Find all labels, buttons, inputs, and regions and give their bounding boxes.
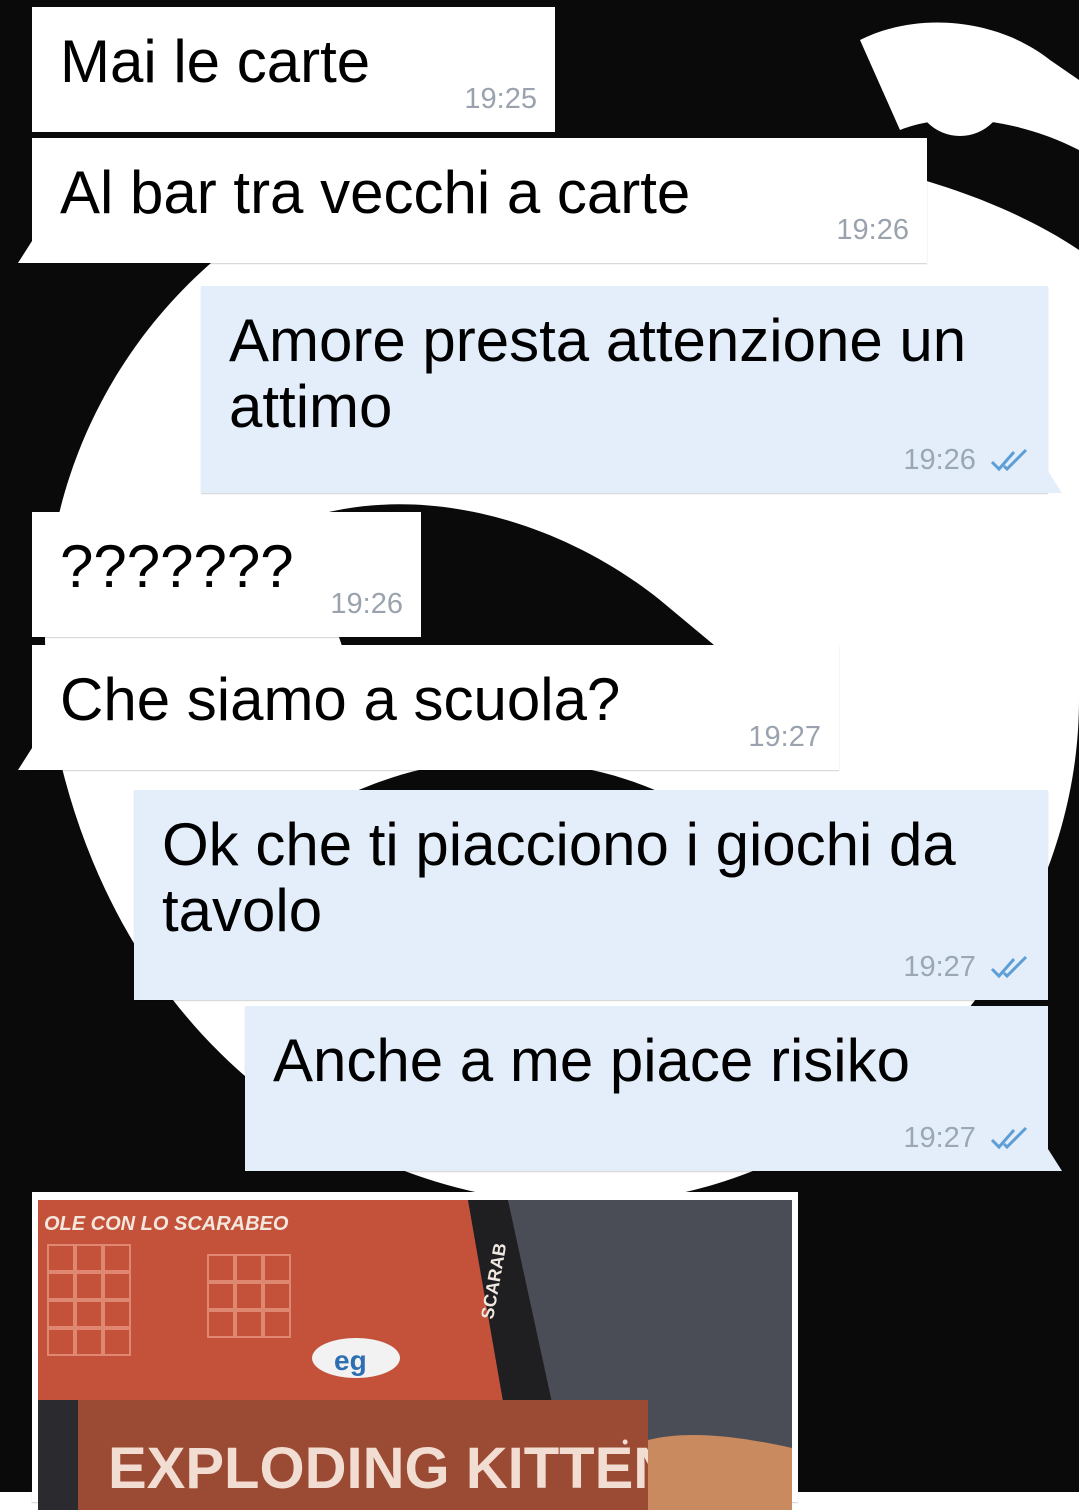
double-check-icon — [990, 449, 1028, 472]
message-incoming[interactable]: Che siamo a scuola? 19:27 — [18, 645, 839, 770]
image-message[interactable]: OLE CON LO SCARABEO SCARAB eg EXPLODING … — [32, 1192, 798, 1510]
message-outgoing[interactable]: Amore presta attenzione un attimo 19:26 — [201, 286, 1062, 493]
message-time: 19:27 — [903, 951, 1030, 984]
message-incoming[interactable]: Al bar tra vecchi a carte 19:26 — [18, 138, 927, 263]
double-check-icon — [990, 956, 1028, 979]
trademark-mark: • — [622, 1432, 628, 1452]
message-incoming[interactable]: Mai le carte 19:25 — [32, 7, 555, 132]
scarabeo-box-text: OLE CON LO SCARABEO — [44, 1213, 289, 1235]
message-text: Che siamo a scuola? — [60, 666, 621, 733]
chat-thread[interactable]: Mai le carte 19:25 Al bar tra vecchi a c… — [0, 0, 1079, 1510]
message-time-text: 19:27 — [903, 951, 976, 983]
message-time: 19:25 — [464, 83, 537, 115]
eg-logo-text: eg — [334, 1345, 367, 1376]
message-time-text: 19:26 — [903, 444, 976, 476]
message-text: Anche a me piace risiko — [273, 1027, 910, 1094]
message-text: Ok che ti piacciono i giochi da tavolo — [162, 811, 956, 944]
message-outgoing[interactable]: Anche a me piace risiko 19:27 — [245, 1006, 1062, 1171]
message-incoming[interactable]: ??????? 19:26 — [32, 512, 421, 637]
message-time-text: 19:27 — [903, 1122, 976, 1154]
message-text: Al bar tra vecchi a carte — [60, 159, 691, 226]
message-outgoing[interactable]: Ok che ti piacciono i giochi da tavolo 1… — [134, 790, 1048, 1000]
message-time: 19:26 — [903, 444, 1030, 477]
message-time: 19:26 — [330, 588, 403, 620]
message-time: 19:27 — [903, 1122, 1030, 1155]
message-time: 19:27 — [748, 721, 821, 753]
double-check-icon — [990, 1127, 1028, 1150]
message-text: Amore presta attenzione un attimo — [229, 307, 967, 440]
message-time: 19:26 — [836, 214, 909, 246]
board-games-photo[interactable]: OLE CON LO SCARABEO SCARAB eg EXPLODING … — [38, 1200, 792, 1510]
